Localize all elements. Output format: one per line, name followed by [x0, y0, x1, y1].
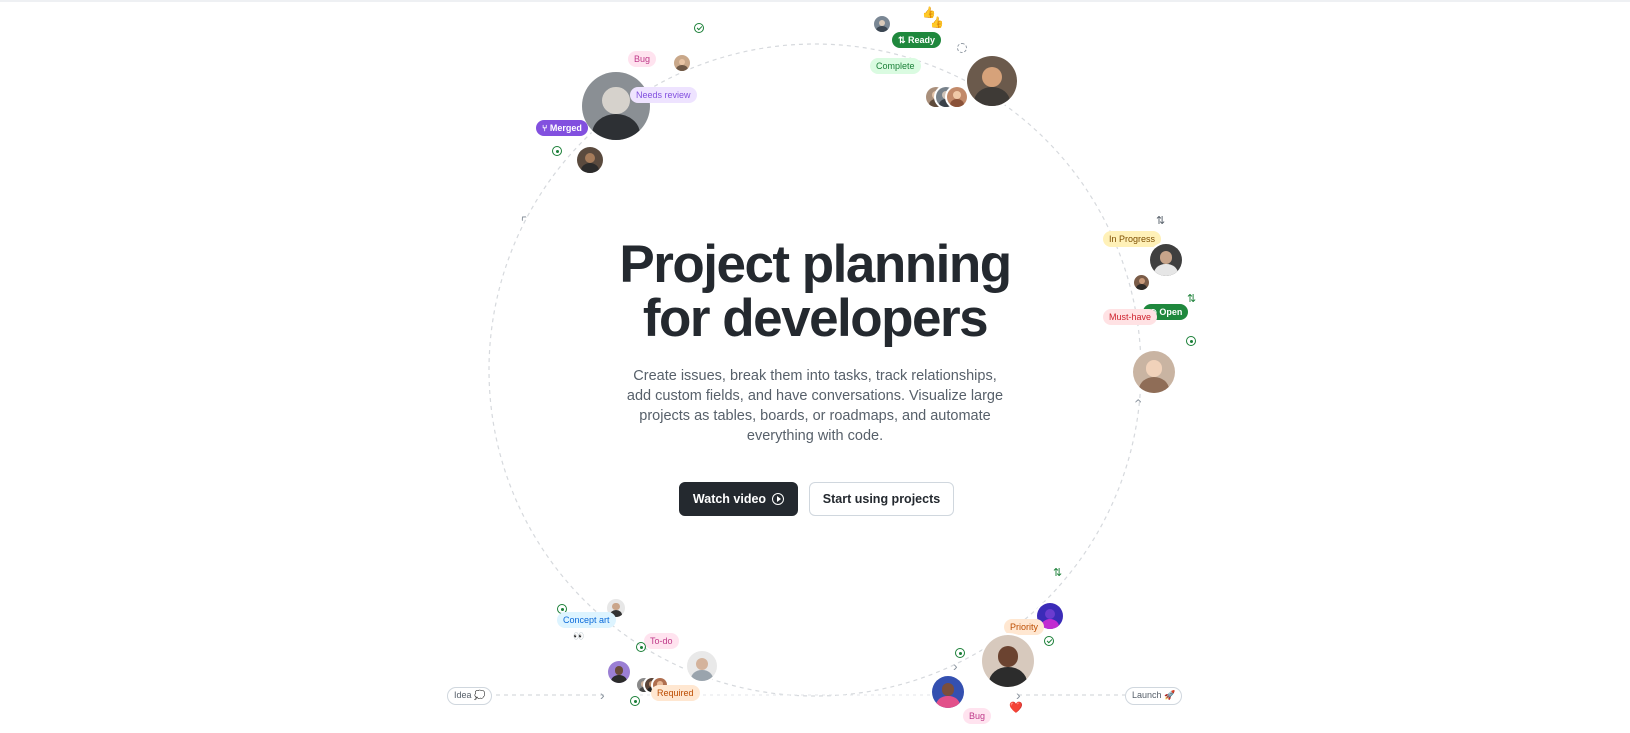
avatar: [1134, 275, 1149, 290]
play-circle-icon: [772, 493, 785, 505]
concept-art-label: Concept art: [557, 612, 616, 628]
issue-opened-icon: [636, 642, 646, 652]
git-merge-icon: ⑂: [542, 123, 550, 133]
avatar-large: [982, 635, 1034, 687]
issue-opened-icon: [1186, 336, 1196, 346]
chevron-right-icon: ›: [1016, 687, 1021, 703]
in-progress-label: In Progress: [1103, 231, 1162, 247]
idea-milestone: Idea 💭: [447, 687, 493, 705]
issue-opened-icon: [955, 648, 965, 658]
issue-closed-icon: [694, 23, 704, 33]
avatar: [932, 676, 964, 708]
start-using-projects-label: Start using projects: [822, 492, 941, 506]
avatar: [577, 147, 603, 173]
avatar-large: [967, 56, 1017, 106]
watch-video-button[interactable]: Watch video: [679, 482, 798, 516]
issue-opened-icon: [630, 696, 640, 706]
required-label: Required: [651, 685, 700, 701]
ready-label: ⇅ Ready: [892, 32, 942, 48]
issue-draft-icon: [957, 43, 967, 53]
avatar: [674, 55, 690, 71]
to-do-label: To-do: [644, 633, 679, 649]
avatar-large: [582, 72, 650, 140]
avatar: [1150, 244, 1182, 276]
sort-arrows-icon: ⇅: [1156, 215, 1166, 227]
hero-title-line1: Project planning: [619, 235, 1012, 294]
hero-subtitle: Create issues, break them into tasks, tr…: [626, 368, 1004, 444]
avatar: [687, 651, 717, 681]
git-pull-request-icon: ⇅: [898, 35, 909, 45]
avatar: [947, 87, 967, 107]
launch-milestone: Launch 🚀: [1125, 687, 1183, 705]
chevron-icon: ›: [953, 658, 958, 674]
watch-video-label: Watch video: [692, 492, 767, 506]
hero-title: Project planning for developers: [565, 238, 1065, 346]
git-pull-request-icon: ⇅: [1187, 293, 1197, 305]
start-using-projects-button[interactable]: Start using projects: [809, 482, 954, 516]
chevron-icon: ‹: [517, 209, 532, 225]
avatar: [1133, 351, 1175, 393]
bug-label-bottom: Bug: [963, 708, 992, 724]
avatar: [608, 661, 630, 683]
issue-opened-icon: [552, 146, 562, 156]
bug-label: Bug: [628, 51, 657, 67]
complete-label: Complete: [870, 58, 921, 74]
issue-closed-icon: [1044, 636, 1054, 646]
git-pull-request-icon: ⇅: [1053, 567, 1063, 579]
avatar: [874, 16, 890, 32]
top-border: [0, 0, 1630, 2]
needs-review-label: Needs review: [630, 87, 697, 103]
eyes-emoji: 👀: [573, 631, 585, 641]
chevron-up-icon: ‹: [1131, 398, 1148, 404]
must-have-label: Must-have: [1103, 309, 1158, 325]
heart-emoji: ❤️: [1009, 702, 1023, 714]
priority-label: Priority: [1004, 619, 1045, 635]
merged-label: ⑂ Merged: [536, 120, 588, 136]
thumbs-up-emoji: 👍: [930, 17, 944, 29]
hero-title-line2: for developers: [642, 289, 989, 348]
chevron-right-icon: ›: [600, 687, 605, 703]
